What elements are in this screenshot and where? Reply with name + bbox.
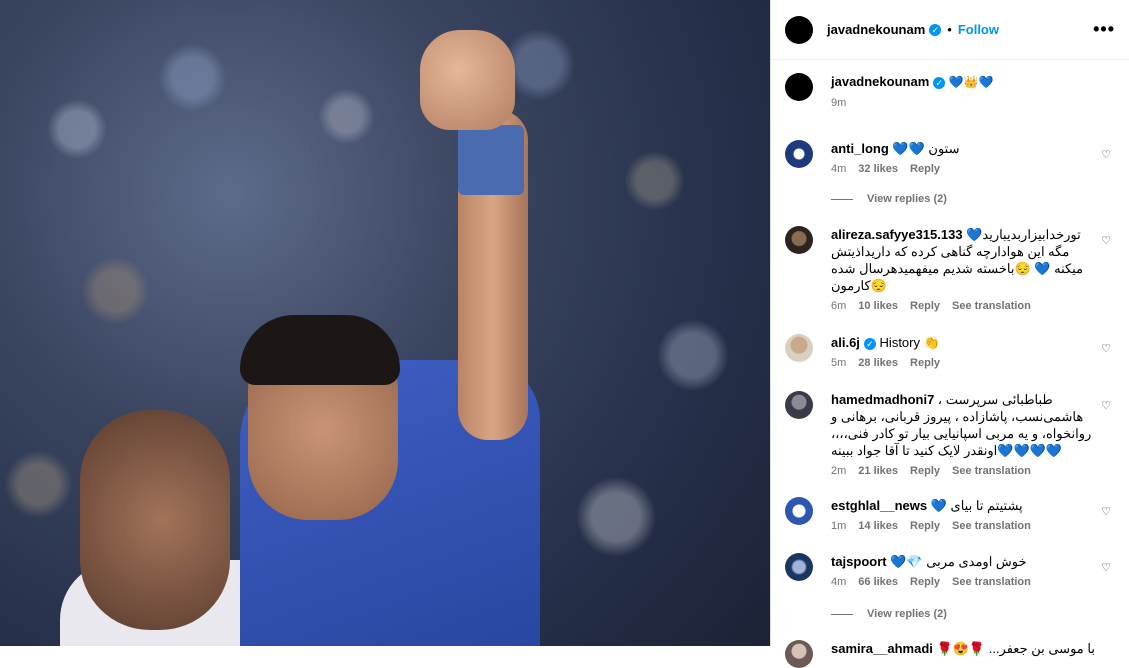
heart-outline-icon[interactable]: ♡: [1101, 234, 1111, 247]
comment-likes[interactable]: 32 likes: [858, 163, 898, 175]
reply-button[interactable]: Reply: [910, 357, 940, 369]
comment-time[interactable]: 1m: [831, 520, 846, 532]
comment-item: alireza.safyye315.133 تورخدابیزاربدیباری…: [785, 226, 1115, 312]
caption-username[interactable]: javadnekounam: [831, 74, 929, 89]
comment-time[interactable]: 4m: [831, 576, 846, 588]
comment-likes[interactable]: 21 likes: [858, 465, 898, 477]
author-username[interactable]: javadnekounam: [827, 22, 925, 37]
verified-badge-icon: ✓: [933, 76, 946, 89]
view-replies-label: View replies (2): [867, 193, 947, 205]
comment-text: 💙💙 ستون: [892, 141, 960, 156]
commenter-avatar[interactable]: [785, 226, 813, 254]
comment-time[interactable]: 5m: [831, 357, 846, 369]
view-replies-line: [831, 198, 853, 200]
commenter-avatar[interactable]: [785, 553, 813, 581]
heart-outline-icon[interactable]: ♡: [1101, 505, 1111, 518]
comment-time[interactable]: 6m: [831, 300, 846, 312]
reply-button[interactable]: Reply: [910, 465, 940, 477]
verified-badge-icon: ✓: [929, 23, 942, 36]
see-translation-button[interactable]: See translation: [952, 576, 1031, 588]
commenter-avatar[interactable]: [785, 391, 813, 419]
commenter-avatar[interactable]: [785, 640, 813, 668]
comment-text: 💙 پشتیتم تا بیای: [930, 498, 1023, 513]
heart-outline-icon[interactable]: ♡: [1101, 399, 1111, 412]
see-translation-button[interactable]: See translation: [952, 465, 1031, 477]
post-image[interactable]: [0, 0, 770, 646]
caption-text: 💙👑💙: [948, 75, 994, 89]
see-translation-button[interactable]: See translation: [952, 300, 1031, 312]
comments-panel: javadnekounam ✓ • Follow ••• javadnekoun…: [770, 0, 1129, 668]
caption-author-avatar[interactable]: [785, 73, 813, 101]
comment-likes[interactable]: 66 likes: [858, 576, 898, 588]
comment-username[interactable]: samira__ahmadi: [831, 641, 933, 656]
reply-button[interactable]: Reply: [910, 576, 940, 588]
comment-username[interactable]: hamedmadhoni7: [831, 392, 934, 407]
comment-item: anti_long 💙💙 ستون 4m 32 likes Reply ♡: [785, 140, 1115, 175]
comments-list: javadnekounam ✓ 💙👑💙 9m anti_long 💙💙 ستون …: [771, 73, 1129, 668]
commenter-avatar[interactable]: [785, 497, 813, 525]
commenter-avatar[interactable]: [785, 334, 813, 362]
heart-outline-icon[interactable]: ♡: [1101, 561, 1111, 574]
comment-username[interactable]: anti_long: [831, 141, 889, 156]
heart-outline-icon[interactable]: ♡: [1101, 148, 1111, 161]
comment-likes[interactable]: 14 likes: [858, 520, 898, 532]
caption: javadnekounam ✓ 💙👑💙 9m: [785, 73, 1115, 123]
comment-time[interactable]: 4m: [831, 163, 846, 175]
follow-button[interactable]: Follow: [958, 22, 999, 37]
reply-button[interactable]: Reply: [910, 163, 940, 175]
comment-username[interactable]: estghlal__news: [831, 498, 927, 513]
separator-dot: •: [947, 22, 952, 37]
wristband: [458, 125, 524, 195]
view-replies-line: [831, 613, 853, 615]
comment-item: samira__ahmadi 🌹😍🌹 ...با موسی بن جعفر: [785, 640, 1115, 668]
second-player-head: [80, 410, 230, 630]
comment-username[interactable]: alireza.safyye315.133: [831, 227, 963, 242]
verified-badge-icon: ✓: [863, 337, 876, 350]
comment-likes[interactable]: 28 likes: [858, 357, 898, 369]
comment-likes[interactable]: 10 likes: [858, 300, 898, 312]
comment-time[interactable]: 2m: [831, 465, 846, 477]
comment-item: estghlal__news 💙 پشتیتم تا بیای 1m 14 lik…: [785, 497, 1115, 532]
player-hair: [240, 315, 400, 385]
comment-username[interactable]: ali.6j: [831, 335, 860, 350]
view-replies-button[interactable]: View replies (2): [831, 193, 1115, 205]
raised-fist: [420, 30, 515, 130]
heart-outline-icon[interactable]: ♡: [1101, 342, 1111, 355]
more-options-icon[interactable]: •••: [1093, 19, 1115, 40]
reply-button[interactable]: Reply: [910, 300, 940, 312]
comment-username[interactable]: tajspoort: [831, 554, 887, 569]
reply-button[interactable]: Reply: [910, 520, 940, 532]
comment-text: 💙💎 خوش اومدی مربی: [890, 554, 1027, 569]
comment-text: 🌹😍🌹 ...با موسی بن جعفر: [936, 641, 1095, 656]
commenter-avatar[interactable]: [785, 140, 813, 168]
author-avatar[interactable]: [785, 15, 813, 44]
comment-item: tajspoort 💙💎 خوش اومدی مربی 4m 66 likes Re…: [785, 553, 1115, 588]
view-replies-button[interactable]: View replies (2): [831, 608, 1115, 620]
see-translation-button[interactable]: See translation: [952, 520, 1031, 532]
comment-item: hamedmadhoni7 طباطبائی سرپرست ، هاشمی‌نس…: [785, 391, 1115, 477]
view-replies-label: View replies (2): [867, 608, 947, 620]
comment-item: ali.6j ✓ History 👏 5m 28 likes Reply ♡: [785, 334, 1115, 369]
comment-text: History 👏: [879, 335, 940, 350]
caption-time[interactable]: 9m: [831, 97, 846, 109]
post-header: javadnekounam ✓ • Follow •••: [771, 0, 1129, 60]
